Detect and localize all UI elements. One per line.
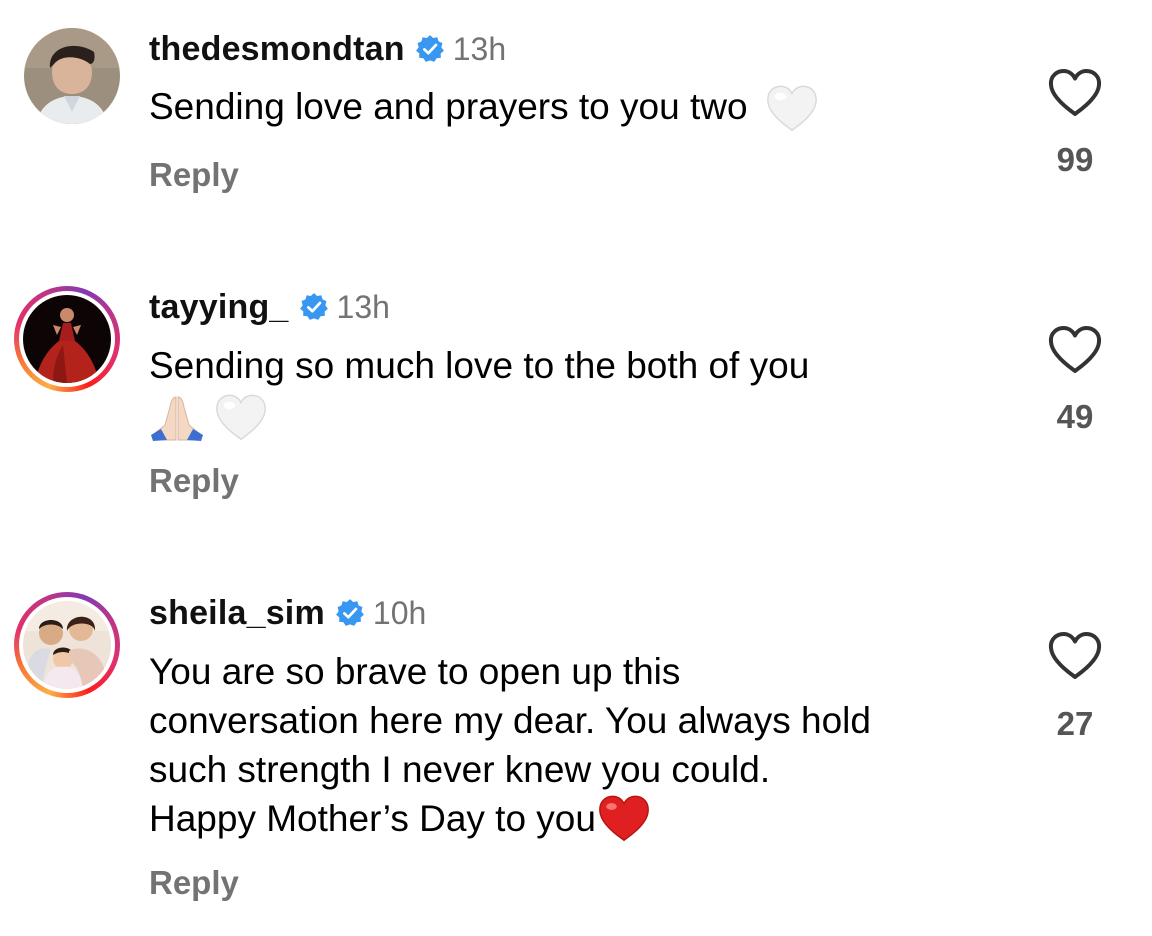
comment-text-line: conversation here my dear. You always ho… [149, 700, 871, 741]
comment-text-line-with-emoji: Happy Mother’s Day to you [149, 794, 1009, 844]
comment-text: Sending love and prayers to you two [149, 82, 1009, 134]
comment-text-line: You are so brave to open up this [149, 651, 681, 692]
like-heart-icon[interactable] [1047, 68, 1103, 118]
comment-text: Sending so much love to the both of you [149, 341, 1009, 443]
comment-header: tayying_ 13h [149, 287, 390, 327]
comment-text-content: Sending love and prayers to you two [149, 86, 748, 127]
reply-button[interactable]: Reply [149, 864, 239, 902]
like-count[interactable]: 99 [1030, 141, 1120, 179]
avatar[interactable] [14, 286, 120, 392]
username[interactable]: tayying_ [149, 288, 289, 327]
comment-header: thedesmondtan 13h [149, 29, 506, 69]
timestamp: 13h [336, 288, 390, 325]
verified-badge-icon [335, 598, 365, 628]
avatar[interactable] [14, 592, 120, 698]
comment-header: sheila_sim 10h [149, 593, 426, 633]
like-heart-icon[interactable] [1047, 325, 1103, 375]
timestamp: 10h [372, 594, 427, 631]
comment-text-line: such strength I never knew you could. [149, 749, 771, 790]
white-heart-emoji-icon [766, 84, 818, 134]
like-count[interactable]: 27 [1030, 705, 1120, 743]
avatar-image [24, 28, 120, 124]
like-heart-icon[interactable] [1047, 631, 1103, 681]
verified-badge-icon [415, 34, 445, 64]
comment-text: You are so brave to open up this convers… [149, 647, 1009, 844]
like-count[interactable]: 49 [1030, 398, 1120, 436]
reply-button[interactable]: Reply [149, 462, 239, 500]
reply-button[interactable]: Reply [149, 156, 239, 194]
username[interactable]: sheila_sim [149, 594, 325, 633]
red-heart-emoji-icon [598, 794, 650, 844]
avatar[interactable] [14, 18, 120, 124]
username[interactable]: thedesmondtan [149, 30, 405, 69]
avatar-image [23, 601, 111, 689]
verified-badge-icon [299, 292, 329, 322]
folded-hands-emoji-icon [149, 393, 205, 443]
comment-text-line: Happy Mother’s Day to you [149, 798, 596, 839]
white-heart-emoji-icon [215, 393, 267, 443]
comment-text-content: Sending so much love to the both of you [149, 345, 810, 386]
avatar-image [23, 295, 111, 383]
timestamp: 13h [452, 30, 507, 67]
